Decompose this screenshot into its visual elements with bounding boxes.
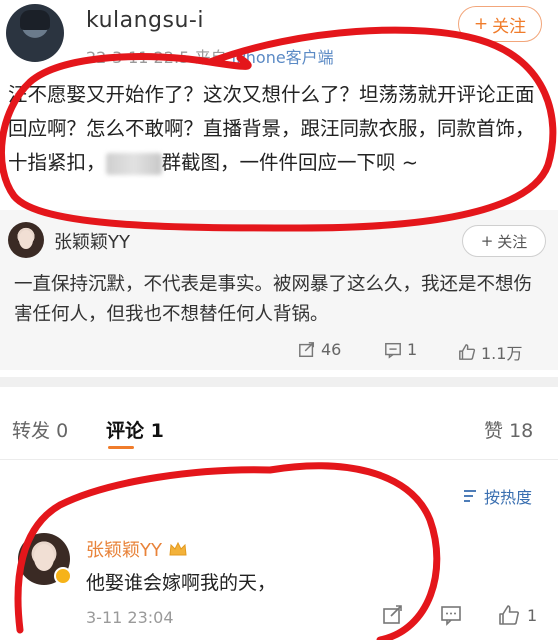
repost-share-button[interactable]: 46 [298, 340, 341, 359]
thumbs-up-icon[interactable] [498, 604, 520, 626]
post-meta: 22-3-11 22:5 来自 iPhone客户端 [86, 44, 334, 68]
commenter-username[interactable]: 张颖颖YY [86, 536, 162, 562]
comment-count: 1 [407, 340, 418, 359]
commenter-username-row[interactable]: 张颖颖YY [86, 536, 188, 562]
tab-reposts-label: 转发 [12, 420, 51, 442]
blurred-redaction [105, 152, 162, 175]
tab-likes[interactable]: 赞 18 [484, 416, 533, 443]
comment-text: 他娶谁会嫁啊我的天， [86, 572, 277, 594]
tab-divider [0, 459, 558, 460]
tab-reposts[interactable]: 转发 0 [12, 416, 68, 443]
author-username[interactable]: kulangsu-i [86, 8, 204, 33]
active-tab-indicator [108, 446, 134, 449]
plus-icon: + [480, 232, 494, 250]
sort-icon [464, 490, 476, 502]
repost-comment-button[interactable]: 1 [384, 340, 417, 359]
post-date: 22-3-11 22:5 [86, 48, 190, 67]
section-separator [0, 377, 558, 387]
verified-badge-icon [54, 567, 72, 585]
annotation-circle-bottom [14, 462, 441, 640]
share-icon[interactable] [382, 604, 404, 626]
crown-icon [169, 541, 187, 556]
tab-comments-count: 1 [150, 420, 164, 442]
sort-by-hot-button[interactable]: 按热度 [462, 484, 532, 508]
post-text: 汪不愿娶又开始作了？这次又想什么了？坦荡荡就开评论正面回应啊？怎么不敢啊？直播背… [8, 78, 548, 180]
repost-follow-button[interactable]: + 关注 [462, 225, 546, 257]
source-prefix: 来自 [194, 48, 227, 67]
tab-likes-label: 赞 [484, 420, 504, 442]
tab-likes-count: 18 [509, 420, 534, 442]
source-device: iPhone客户端 [231, 48, 334, 67]
follow-label: 关注 [492, 16, 527, 37]
repost-author-username[interactable]: 张颖颖YY [54, 228, 130, 254]
tab-comments[interactable]: 评论 1 [106, 416, 164, 443]
author-avatar[interactable] [6, 4, 64, 62]
thumbs-up-icon [459, 344, 476, 360]
like-count: 1.1万 [481, 344, 523, 363]
follow-label: 关注 [497, 232, 528, 251]
plus-icon: + [473, 14, 489, 34]
comment-icon [385, 342, 401, 359]
post-text-part2: 群截图，一件件回应一下呗 ~ [161, 151, 419, 174]
share-count: 46 [321, 340, 342, 359]
reply-icon[interactable] [440, 604, 462, 626]
tab-comments-label: 评论 [106, 420, 145, 442]
repost-text: 一直保持沉默，不代表是事实。被网暴了这么久，我还是不想伤害任何人，但我也不想替任… [14, 274, 533, 325]
tab-reposts-count: 0 [56, 420, 69, 442]
comment-like-count: 1 [527, 606, 538, 625]
sort-label: 按热度 [484, 488, 533, 507]
comment-time: 3-11 23:04 [86, 608, 174, 627]
share-icon [299, 341, 315, 357]
follow-button[interactable]: + 关注 [458, 6, 542, 42]
repost-like-button[interactable]: 1.1万 [458, 340, 522, 364]
repost-author-avatar[interactable] [8, 222, 44, 258]
